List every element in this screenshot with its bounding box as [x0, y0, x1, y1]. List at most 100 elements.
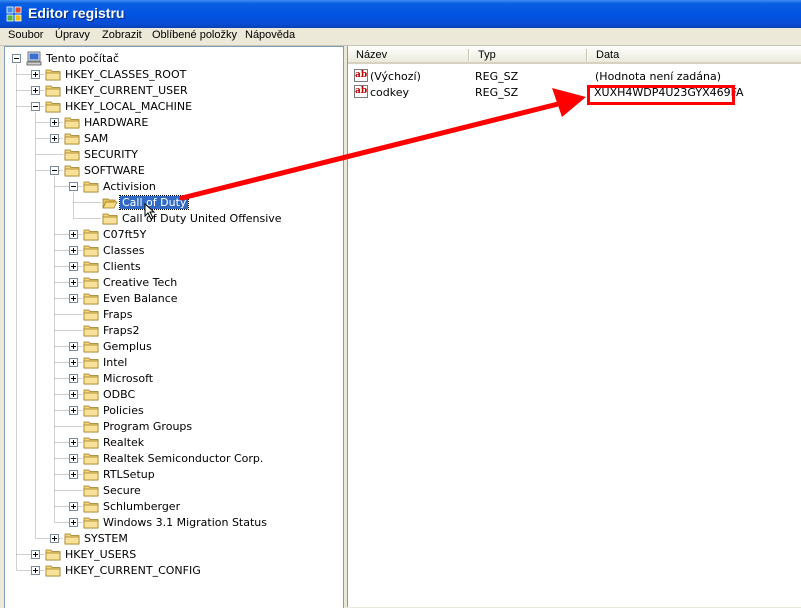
tree-node[interactable]: Classes [5, 243, 343, 259]
tree-node[interactable]: SOFTWARE [5, 163, 343, 179]
tree-node[interactable]: Activision [5, 179, 343, 195]
tree-node[interactable]: Microsoft [5, 371, 343, 387]
tree-node-label[interactable]: SOFTWARE [82, 164, 147, 177]
tree-node[interactable]: Fraps2 [5, 323, 343, 339]
tree-node[interactable]: Windows 3.1 Migration Status [5, 515, 343, 531]
expand-icon[interactable] [69, 358, 78, 367]
tree-node[interactable]: Policies [5, 403, 343, 419]
title-bar[interactable]: Editor registru [0, 0, 801, 28]
expand-icon[interactable] [50, 534, 59, 543]
tree-node-label[interactable]: Realtek [101, 436, 146, 449]
tree-node-label[interactable]: Activision [101, 180, 158, 193]
tree-node-label[interactable]: HKEY_CURRENT_CONFIG [63, 564, 203, 577]
tree-node-label[interactable]: ODBC [101, 388, 137, 401]
collapse-icon[interactable] [31, 102, 40, 111]
values-list[interactable]: Název Typ Data ab (Výchozí) REG_SZ (Hodn… [347, 46, 801, 607]
expand-icon[interactable] [31, 86, 40, 95]
tree-node[interactable]: Realtek [5, 435, 343, 451]
tree-node[interactable]: SYSTEM [5, 531, 343, 547]
tree-node[interactable]: Intel [5, 355, 343, 371]
expand-icon[interactable] [50, 118, 59, 127]
menu-soubor[interactable]: Soubor [7, 29, 44, 41]
column-header-data[interactable]: Data [588, 46, 801, 64]
tree-node[interactable]: Schlumberger [5, 499, 343, 515]
tree-node-label[interactable]: RTLSetup [101, 468, 157, 481]
tree-node[interactable]: HKEY_USERS [5, 547, 343, 563]
expand-icon[interactable] [69, 294, 78, 303]
expand-icon[interactable] [69, 406, 78, 415]
expand-icon[interactable] [31, 550, 40, 559]
tree-node[interactable]: Call of Duty [5, 195, 343, 211]
tree-node-label[interactable]: Policies [101, 404, 146, 417]
tree-node-label[interactable]: Call of Duty [118, 195, 190, 210]
tree-node-label[interactable]: Even Balance [101, 292, 180, 305]
tree-node[interactable]: Program Groups [5, 419, 343, 435]
menu-napoveda[interactable]: Nápověda [244, 29, 296, 41]
column-header-type[interactable]: Typ [470, 46, 588, 64]
tree-node-label[interactable]: Classes [101, 244, 146, 257]
expand-icon[interactable] [69, 454, 78, 463]
tree-node-label[interactable]: Schlumberger [101, 500, 182, 513]
expand-icon[interactable] [69, 278, 78, 287]
tree-node-label[interactable]: Windows 3.1 Migration Status [101, 516, 269, 529]
tree-node[interactable]: Fraps [5, 307, 343, 323]
tree-node[interactable]: Gemplus [5, 339, 343, 355]
tree-node-label[interactable]: SYSTEM [82, 532, 130, 545]
tree-node[interactable]: HARDWARE [5, 115, 343, 131]
tree-node-label[interactable]: Gemplus [101, 340, 154, 353]
tree-node-label[interactable]: SECURITY [82, 148, 140, 161]
tree-node-label[interactable]: HKEY_USERS [63, 548, 138, 561]
tree-node-label[interactable]: HKEY_CLASSES_ROOT [63, 68, 188, 81]
tree-node[interactable]: HKEY_CURRENT_CONFIG [5, 563, 343, 579]
column-header-name[interactable]: Název [348, 46, 470, 64]
tree-node-label[interactable]: SAM [82, 132, 110, 145]
expand-icon[interactable] [69, 246, 78, 255]
expand-icon[interactable] [69, 390, 78, 399]
expand-icon[interactable] [31, 70, 40, 79]
expand-icon[interactable] [69, 502, 78, 511]
tree-node[interactable]: Tento počítač [5, 51, 343, 67]
collapse-icon[interactable] [69, 182, 78, 191]
tree-node-label[interactable]: Fraps2 [101, 324, 142, 337]
expand-icon[interactable] [50, 134, 59, 143]
tree-node[interactable]: C07ft5Y [5, 227, 343, 243]
tree-node[interactable]: RTLSetup [5, 467, 343, 483]
tree-node[interactable]: HKEY_CURRENT_USER [5, 83, 343, 99]
expand-icon[interactable] [69, 230, 78, 239]
expand-icon[interactable] [69, 470, 78, 479]
expand-icon[interactable] [31, 566, 40, 575]
tree-node[interactable]: SAM [5, 131, 343, 147]
tree-node[interactable]: HKEY_CLASSES_ROOT [5, 67, 343, 83]
expand-icon[interactable] [69, 374, 78, 383]
tree-node[interactable]: Creative Tech [5, 275, 343, 291]
tree-node-label[interactable]: Clients [101, 260, 143, 273]
menu-oblibene-polozky[interactable]: Oblíbené položky [151, 29, 238, 41]
tree-node-label[interactable]: Fraps [101, 308, 135, 321]
tree-node[interactable]: Clients [5, 259, 343, 275]
tree-node-label[interactable]: Program Groups [101, 420, 194, 433]
tree-node-label[interactable]: Tento počítač [44, 52, 121, 65]
tree-node[interactable]: SECURITY [5, 147, 343, 163]
tree-node[interactable]: Call of Duty United Offensive [5, 211, 343, 227]
tree-node[interactable]: Secure [5, 483, 343, 499]
tree-node[interactable]: Realtek Semiconductor Corp. [5, 451, 343, 467]
tree-node[interactable]: HKEY_LOCAL_MACHINE [5, 99, 343, 115]
tree-node[interactable]: ODBC [5, 387, 343, 403]
value-row[interactable]: ab (Výchozí) REG_SZ (Hodnota není zadána… [348, 68, 801, 84]
tree-node-label[interactable]: HKEY_LOCAL_MACHINE [63, 100, 194, 113]
tree-node-label[interactable]: Intel [101, 356, 129, 369]
tree-node-label[interactable]: Creative Tech [101, 276, 179, 289]
tree-node-label[interactable]: Realtek Semiconductor Corp. [101, 452, 265, 465]
expand-icon[interactable] [69, 518, 78, 527]
collapse-icon[interactable] [50, 166, 59, 175]
expand-icon[interactable] [69, 262, 78, 271]
tree-node-label[interactable]: HARDWARE [82, 116, 150, 129]
tree-node-label[interactable]: Microsoft [101, 372, 155, 385]
registry-tree[interactable]: Tento počítač HKEY_CLASSES_ROOT HKEY_CURRE… [4, 46, 344, 608]
tree-node[interactable]: Even Balance [5, 291, 343, 307]
collapse-icon[interactable] [12, 54, 21, 63]
menu-upravy[interactable]: Úpravy [54, 29, 91, 41]
expand-icon[interactable] [69, 438, 78, 447]
tree-node-label[interactable]: HKEY_CURRENT_USER [63, 84, 190, 97]
expand-icon[interactable] [69, 342, 78, 351]
